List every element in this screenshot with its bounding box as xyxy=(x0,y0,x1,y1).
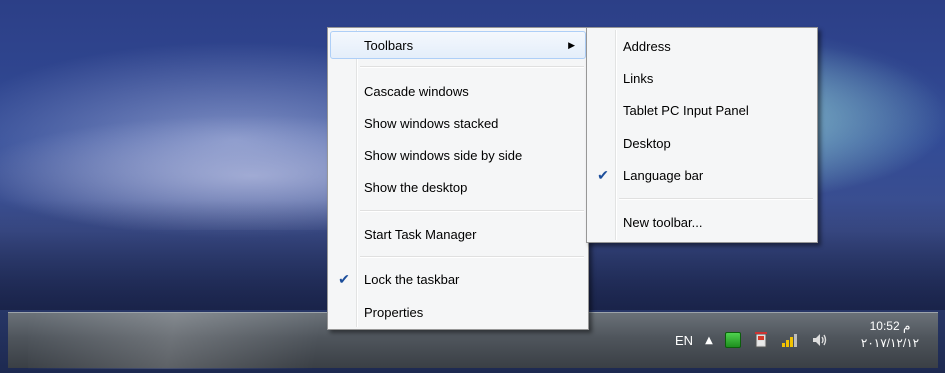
menu-item-properties[interactable]: Properties xyxy=(330,298,586,326)
menu-item-label: Show windows stacked xyxy=(364,115,499,131)
menu-item-label: Toolbars xyxy=(364,37,414,53)
submenu-item-language-bar[interactable]: ✔ Language bar xyxy=(589,161,815,189)
menu-separator xyxy=(360,66,584,68)
menu-item-label: Show windows side by side xyxy=(364,147,523,163)
submenu-item-tablet-pc-input-panel[interactable]: Tablet PC Input Panel xyxy=(589,96,815,124)
menu-item-label: Language bar xyxy=(623,167,704,183)
checkmark-icon: ✔ xyxy=(597,166,609,183)
menu-item-label: Cascade windows xyxy=(364,83,469,99)
clock-time: 10:52 م xyxy=(869,319,911,333)
menu-separator xyxy=(360,210,584,212)
volume-icon[interactable] xyxy=(811,332,829,348)
menu-item-label: New toolbar... xyxy=(623,214,703,230)
battery-power-icon[interactable] xyxy=(753,331,769,349)
toolbars-submenu: Address Links Tablet PC Input Panel Desk… xyxy=(586,27,818,243)
menu-item-label: Address xyxy=(623,38,671,54)
network-device-icon[interactable] xyxy=(724,332,741,348)
menu-item-lock-the-taskbar[interactable]: ✔ Lock the taskbar xyxy=(330,265,586,293)
menu-item-label: Properties xyxy=(364,304,424,320)
clock-date: ٢٠١٧/١٢/١٢ xyxy=(860,336,920,350)
menu-item-show-the-desktop[interactable]: Show the desktop xyxy=(330,173,586,201)
show-hidden-icons-button[interactable]: ▲ xyxy=(705,335,713,346)
checkmark-icon: ✔ xyxy=(338,270,350,287)
menu-item-label: Start Task Manager xyxy=(364,226,477,242)
notification-area: EN ▲ xyxy=(675,318,841,362)
taskbar-context-menu: Toolbars ▶ Cascade windows Show windows … xyxy=(327,27,589,330)
menu-item-show-windows-side-by-side[interactable]: Show windows side by side xyxy=(330,141,586,169)
menu-item-toolbars[interactable]: Toolbars ▶ xyxy=(330,31,586,59)
menu-separator xyxy=(619,198,813,200)
network-signal-icon[interactable] xyxy=(781,332,799,348)
submenu-item-links[interactable]: Links xyxy=(589,64,815,92)
submenu-arrow-icon: ▶ xyxy=(568,39,575,50)
submenu-item-address[interactable]: Address xyxy=(589,32,815,60)
menu-item-label: Tablet PC Input Panel xyxy=(623,102,749,118)
menu-item-label: Links xyxy=(623,70,654,86)
language-indicator[interactable]: EN xyxy=(675,333,693,348)
submenu-item-new-toolbar[interactable]: New toolbar... xyxy=(589,208,815,236)
menu-item-cascade-windows[interactable]: Cascade windows xyxy=(330,77,586,105)
menu-item-label: Show the desktop xyxy=(364,179,468,195)
menu-item-label: Lock the taskbar xyxy=(364,271,460,287)
menu-separator xyxy=(360,256,584,258)
menu-item-show-windows-stacked[interactable]: Show windows stacked xyxy=(330,109,586,137)
menu-item-start-task-manager[interactable]: Start Task Manager xyxy=(330,220,586,248)
menu-item-label: Desktop xyxy=(623,135,671,151)
submenu-item-desktop[interactable]: Desktop xyxy=(589,129,815,157)
system-clock[interactable]: 10:52 م ٢٠١٧/١٢/١٢ xyxy=(850,318,930,352)
